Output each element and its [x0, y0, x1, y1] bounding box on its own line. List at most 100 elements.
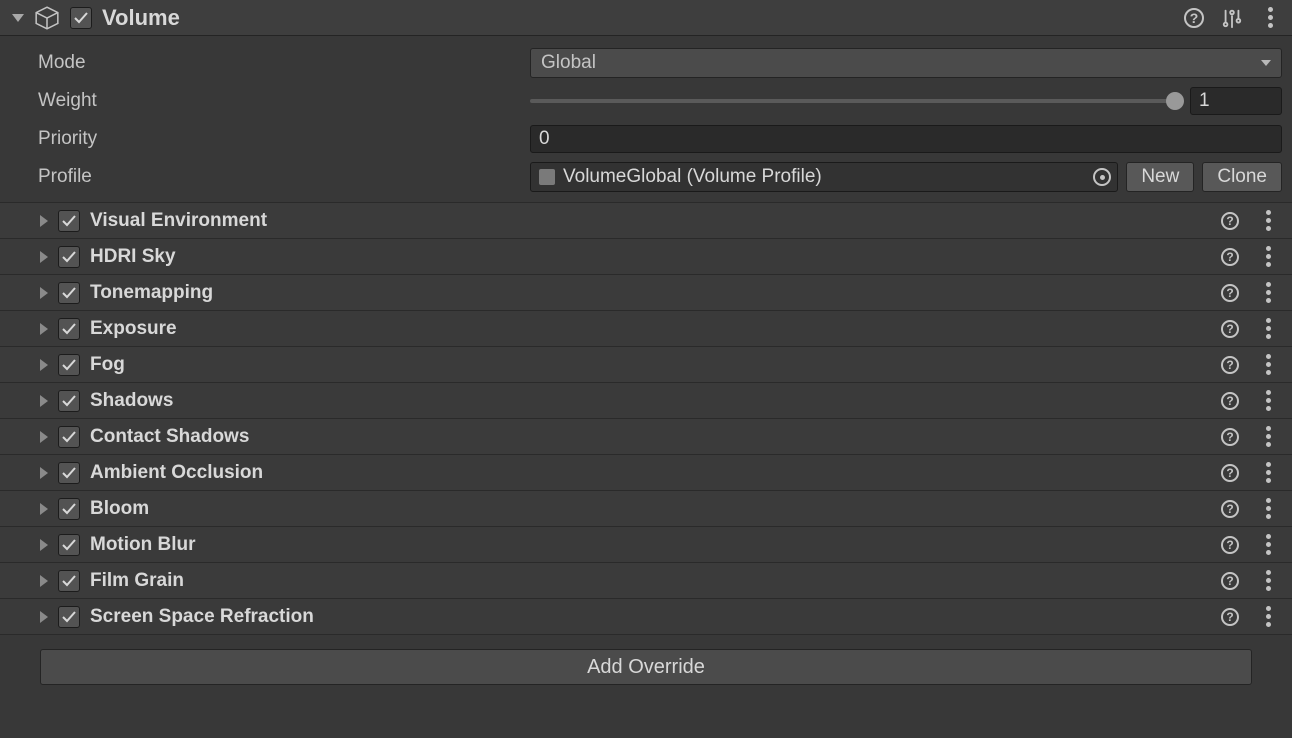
help-icon: ?: [1221, 248, 1239, 266]
kebab-icon: [1266, 246, 1271, 267]
help-icon: ?: [1221, 500, 1239, 518]
sliders-icon: [1221, 7, 1243, 29]
override-enable-checkbox[interactable]: [58, 462, 80, 484]
kebab-icon: [1266, 534, 1271, 555]
override-label: Visual Environment: [90, 210, 267, 232]
properties-section: Mode Global Weight 1: [0, 36, 1292, 202]
foldout-arrow-icon[interactable]: [40, 395, 48, 407]
override-help-button[interactable]: ?: [1216, 495, 1244, 523]
override-context-menu-button[interactable]: [1254, 495, 1282, 523]
component-title: Volume: [102, 5, 180, 31]
override-help-button[interactable]: ?: [1216, 531, 1244, 559]
volume-component-icon: [34, 5, 60, 31]
override-help-button[interactable]: ?: [1216, 207, 1244, 235]
presets-button[interactable]: [1218, 4, 1246, 32]
volume-component-panel: Volume ? Mode Global: [0, 0, 1292, 705]
kebab-icon: [1266, 318, 1271, 339]
profile-label: Profile: [10, 166, 520, 188]
override-context-menu-button[interactable]: [1254, 603, 1282, 631]
override-enable-checkbox[interactable]: [58, 606, 80, 628]
help-icon: ?: [1184, 8, 1204, 28]
foldout-arrow-icon[interactable]: [40, 215, 48, 227]
kebab-icon: [1268, 7, 1273, 28]
foldout-arrow-icon[interactable]: [40, 431, 48, 443]
override-label: Exposure: [90, 318, 177, 340]
override-context-menu-button[interactable]: [1254, 531, 1282, 559]
foldout-arrow-icon[interactable]: [40, 287, 48, 299]
priority-input[interactable]: 0: [530, 125, 1282, 153]
add-override-button[interactable]: Add Override: [40, 649, 1252, 685]
override-help-button[interactable]: ?: [1216, 315, 1244, 343]
override-enable-checkbox[interactable]: [58, 246, 80, 268]
component-header: Volume ?: [0, 0, 1292, 36]
override-help-button[interactable]: ?: [1216, 387, 1244, 415]
override-context-menu-button[interactable]: [1254, 459, 1282, 487]
override-label: Fog: [90, 354, 125, 376]
override-help-button[interactable]: ?: [1216, 351, 1244, 379]
override-context-menu-button[interactable]: [1254, 423, 1282, 451]
foldout-arrow-icon[interactable]: [40, 611, 48, 623]
context-menu-button[interactable]: [1256, 4, 1284, 32]
foldout-arrow-icon[interactable]: [40, 467, 48, 479]
foldout-arrow-icon[interactable]: [40, 503, 48, 515]
weight-input[interactable]: 1: [1190, 87, 1282, 115]
slider-thumb-icon[interactable]: [1166, 92, 1184, 110]
kebab-icon: [1266, 498, 1271, 519]
override-label: Film Grain: [90, 570, 184, 592]
override-help-button[interactable]: ?: [1216, 567, 1244, 595]
override-row: Visual Environment?: [0, 202, 1292, 238]
override-label: Shadows: [90, 390, 173, 412]
kebab-icon: [1266, 354, 1271, 375]
override-enable-checkbox[interactable]: [58, 534, 80, 556]
override-context-menu-button[interactable]: [1254, 279, 1282, 307]
override-enable-checkbox[interactable]: [58, 498, 80, 520]
help-icon: ?: [1221, 572, 1239, 590]
add-override-section: Add Override: [0, 634, 1292, 705]
asset-icon: [539, 169, 555, 185]
override-enable-checkbox[interactable]: [58, 426, 80, 448]
foldout-arrow-icon[interactable]: [12, 14, 24, 22]
profile-row: Profile VolumeGlobal (Volume Profile) Ne…: [10, 158, 1282, 196]
object-picker-button[interactable]: [1093, 168, 1111, 186]
override-help-button[interactable]: ?: [1216, 459, 1244, 487]
override-enable-checkbox[interactable]: [58, 570, 80, 592]
override-context-menu-button[interactable]: [1254, 315, 1282, 343]
override-enable-checkbox[interactable]: [58, 318, 80, 340]
priority-label: Priority: [10, 128, 520, 150]
foldout-arrow-icon[interactable]: [40, 251, 48, 263]
mode-label: Mode: [10, 52, 520, 74]
override-label: Ambient Occlusion: [90, 462, 263, 484]
help-button[interactable]: ?: [1180, 4, 1208, 32]
override-row: Tonemapping?: [0, 274, 1292, 310]
override-enable-checkbox[interactable]: [58, 282, 80, 304]
foldout-arrow-icon[interactable]: [40, 539, 48, 551]
override-help-button[interactable]: ?: [1216, 423, 1244, 451]
mode-dropdown[interactable]: Global: [530, 48, 1282, 78]
mode-row: Mode Global: [10, 44, 1282, 82]
weight-slider[interactable]: [530, 99, 1180, 103]
override-row: Screen Space Refraction?: [0, 598, 1292, 634]
override-enable-checkbox[interactable]: [58, 210, 80, 232]
override-context-menu-button[interactable]: [1254, 243, 1282, 271]
foldout-arrow-icon[interactable]: [40, 323, 48, 335]
foldout-arrow-icon[interactable]: [40, 575, 48, 587]
new-profile-button[interactable]: New: [1126, 162, 1194, 192]
override-help-button[interactable]: ?: [1216, 279, 1244, 307]
override-enable-checkbox[interactable]: [58, 354, 80, 376]
override-context-menu-button[interactable]: [1254, 207, 1282, 235]
priority-row: Priority 0: [10, 120, 1282, 158]
kebab-icon: [1266, 606, 1271, 627]
override-row: Shadows?: [0, 382, 1292, 418]
override-enable-checkbox[interactable]: [58, 390, 80, 412]
override-context-menu-button[interactable]: [1254, 387, 1282, 415]
clone-profile-button[interactable]: Clone: [1202, 162, 1282, 192]
override-context-menu-button[interactable]: [1254, 567, 1282, 595]
profile-object-field[interactable]: VolumeGlobal (Volume Profile): [530, 162, 1118, 192]
override-help-button[interactable]: ?: [1216, 243, 1244, 271]
foldout-arrow-icon[interactable]: [40, 359, 48, 371]
enable-component-checkbox[interactable]: [70, 7, 92, 29]
override-row: Film Grain?: [0, 562, 1292, 598]
override-help-button[interactable]: ?: [1216, 603, 1244, 631]
kebab-icon: [1266, 210, 1271, 231]
override-context-menu-button[interactable]: [1254, 351, 1282, 379]
